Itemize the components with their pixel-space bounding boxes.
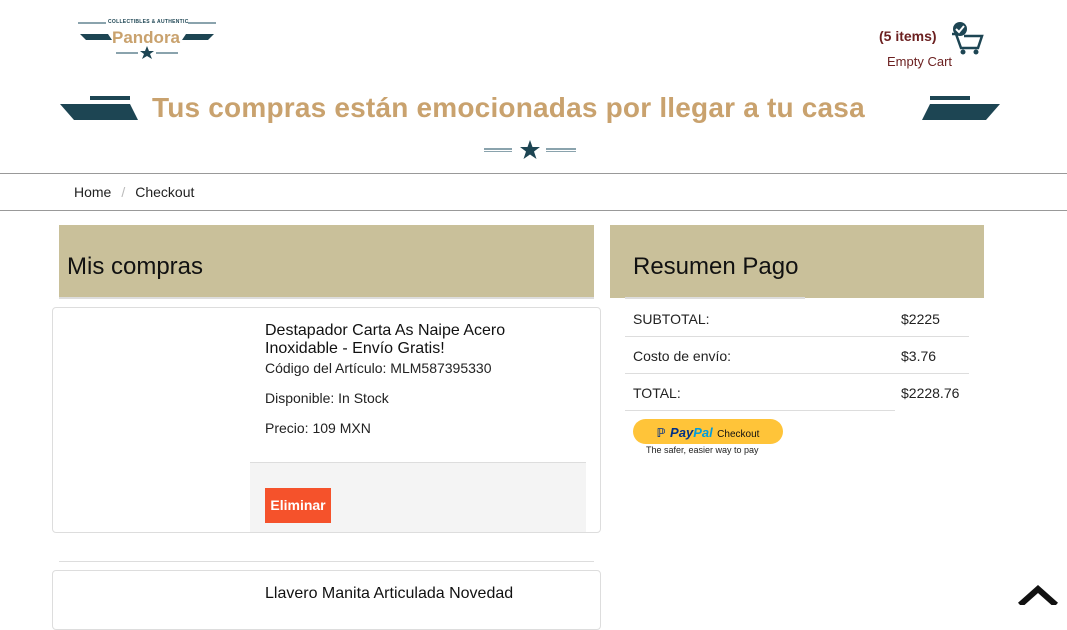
item-code: Código del Artículo: MLM587395330 [265, 360, 492, 376]
summary-row-total: TOTAL: $2228.76 [625, 374, 959, 411]
breadcrumb-divider [0, 210, 1067, 211]
summary-panel-underline [625, 297, 805, 299]
paypal-checkout-label: Checkout [717, 429, 760, 440]
cart-item: Destapador Carta As Naipe Acero Inoxidab… [52, 307, 601, 533]
summary-panel-title: Resumen Pago [633, 253, 799, 280]
cart-panel-title: Mis compras [67, 253, 204, 280]
empty-cart-link[interactable]: Empty Cart [887, 54, 952, 69]
summary-label: SUBTOTAL: [633, 311, 710, 327]
banner-text: Tus compras están emocionadas por llegar… [152, 92, 865, 123]
summary-label: Costo de envío: [633, 348, 732, 364]
summary-row-subtotal: SUBTOTAL: $2225 [625, 300, 969, 337]
cart-item: Llavero Manita Articulada Novedad [52, 570, 601, 630]
summary-value: $2228.76 [901, 385, 960, 401]
paypal-logo-icon: ℙ [656, 426, 666, 440]
logo-tagline: COLLECTIBLES & AUTHENTIC [108, 19, 189, 25]
breadcrumb: Home / Checkout [74, 184, 194, 200]
item-availability: Disponible: In Stock [265, 390, 389, 406]
hero-banner: Tus compras están emocionadas por llegar… [60, 90, 1000, 160]
remove-item-button[interactable]: Eliminar [265, 488, 331, 523]
site-header: COLLECTIBLES & AUTHENTIC Pandora (5 item… [0, 0, 1067, 174]
item-title[interactable]: Destapador Carta As Naipe Acero Inoxidab… [265, 322, 565, 358]
breadcrumb-separator: / [121, 184, 126, 200]
scroll-to-top-icon[interactable] [1018, 585, 1058, 605]
item-price: Precio: 109 MXN [265, 420, 371, 436]
paypal-checkout-button[interactable]: ℙ PayPal Checkout [633, 419, 783, 444]
header-divider [0, 173, 1067, 174]
pandora-logo[interactable]: COLLECTIBLES & AUTHENTIC Pandora [78, 18, 216, 60]
summary-row-shipping: Costo de envío: $3.76 [625, 337, 969, 374]
cart-panel-header: Mis compras [59, 225, 594, 298]
item-actions: Eliminar [250, 462, 586, 532]
star-icon [484, 140, 576, 159]
summary-panel-header: Resumen Pago [610, 225, 984, 298]
breadcrumb-current: Checkout [135, 184, 195, 200]
summary-value: $2225 [901, 311, 940, 327]
item-divider [59, 561, 594, 562]
cart-count[interactable]: (5 items) [879, 28, 937, 44]
breadcrumb-home[interactable]: Home [74, 184, 111, 200]
cart-widget[interactable]: (5 items) Empty Cart [860, 20, 990, 70]
paypal-brand-pal: Pal [693, 425, 713, 440]
left-wing-icon [60, 96, 138, 120]
item-title[interactable]: Llavero Manita Articulada Novedad [265, 585, 565, 603]
cart-panel-underline [59, 297, 594, 299]
paypal-brand-pay: Pay [670, 425, 694, 440]
shopping-cart-icon[interactable] [950, 20, 986, 56]
logo-brand-text: Pandora [112, 28, 181, 47]
summary-value: $3.76 [901, 348, 937, 364]
right-wing-icon [922, 96, 1000, 120]
paypal-tagline: The safer, easier way to pay [646, 445, 759, 455]
summary-label: TOTAL: [633, 385, 681, 401]
